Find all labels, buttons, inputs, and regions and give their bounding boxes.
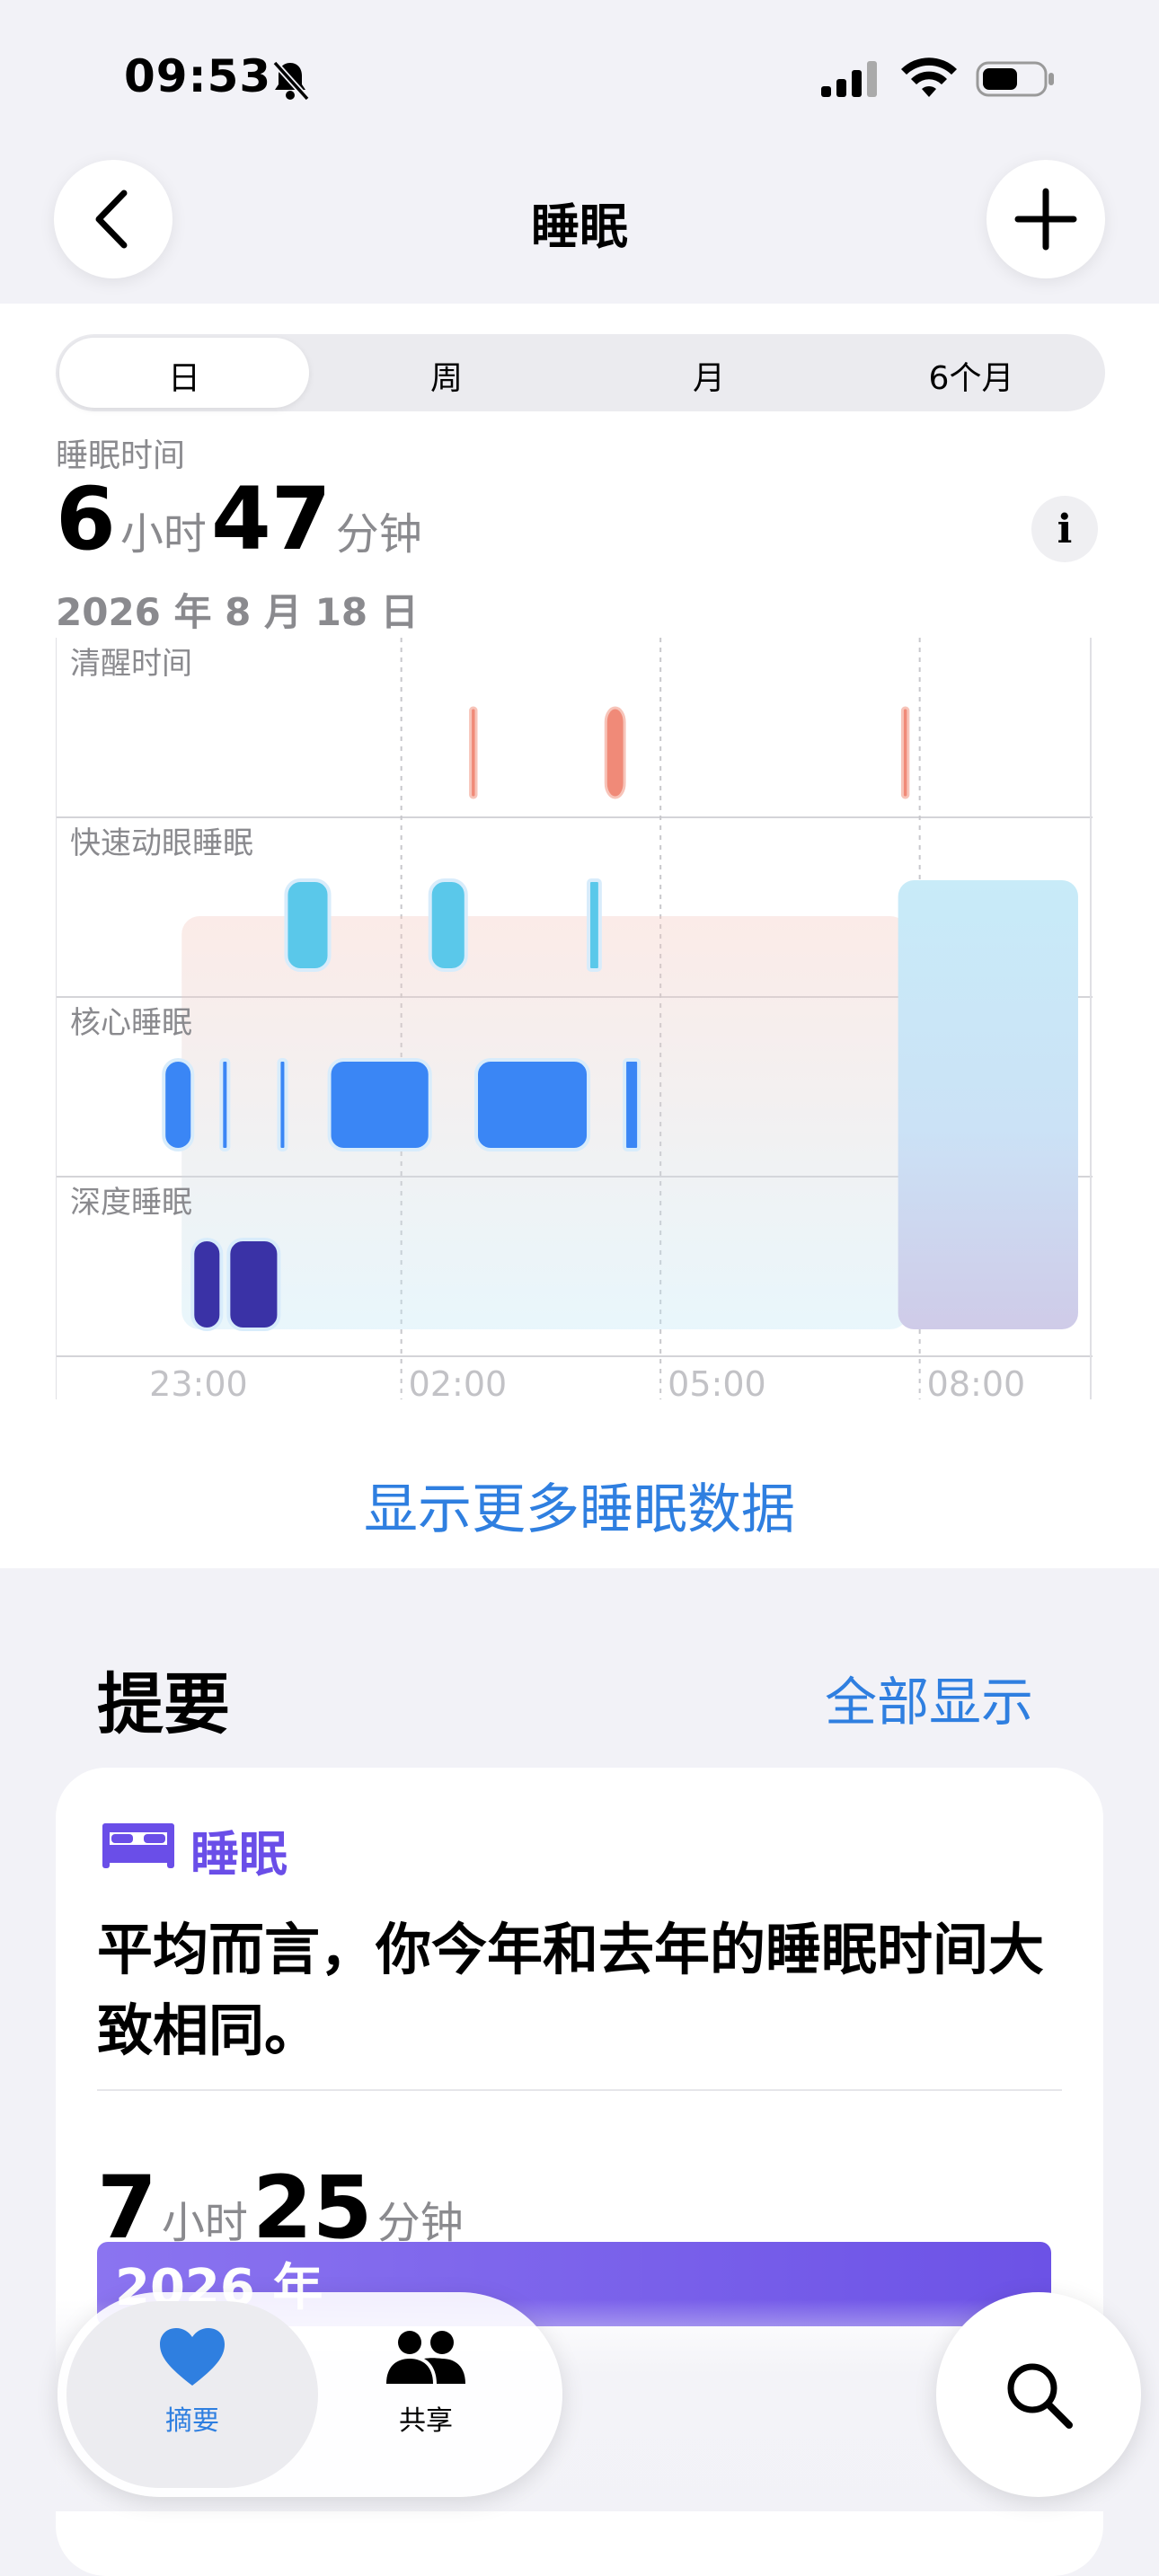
core-stage-bar bbox=[162, 1058, 195, 1151]
show-all-link[interactable]: 全部显示 bbox=[825, 1660, 1033, 1735]
info-icon: i bbox=[1057, 506, 1073, 552]
rem-stage-bar bbox=[428, 878, 468, 972]
core-stage-bar bbox=[277, 1058, 288, 1151]
tab-summary[interactable]: 摘要 bbox=[120, 2316, 264, 2468]
core-stage-bar bbox=[474, 1058, 591, 1151]
segment-week[interactable]: 周 bbox=[357, 352, 536, 399]
card-divider bbox=[97, 2089, 1062, 2091]
sleep-duration: 6 小时 47 分钟 bbox=[56, 469, 422, 569]
x-tick-label: 23:00 bbox=[149, 1364, 248, 1404]
stage-label: 快速动眼睡眠 bbox=[70, 825, 253, 861]
deep-stage-bar bbox=[190, 1238, 224, 1331]
plus-icon bbox=[1014, 188, 1077, 251]
core-stage-bar bbox=[327, 1058, 432, 1151]
battery-icon bbox=[976, 61, 1054, 97]
status-time: 09:53 bbox=[124, 50, 272, 102]
wifi-icon bbox=[901, 57, 957, 97]
segment-day[interactable]: 日 bbox=[94, 352, 274, 399]
segment-month[interactable]: 月 bbox=[619, 352, 799, 399]
show-more-sleep-data-link[interactable]: 显示更多睡眠数据 bbox=[0, 1466, 1159, 1544]
rem-stage-bar bbox=[284, 878, 332, 972]
x-tick-label: 08:00 bbox=[927, 1364, 1026, 1404]
bell-slash-icon bbox=[272, 60, 310, 101]
core-stage-bar bbox=[623, 1058, 641, 1151]
deep-stage-bar bbox=[226, 1238, 281, 1331]
awake-stage-bar bbox=[469, 706, 478, 799]
hours-unit: 小时 bbox=[119, 509, 207, 560]
search-button[interactable] bbox=[936, 2292, 1141, 2497]
info-button[interactable]: i bbox=[1031, 496, 1098, 562]
x-tick-label: 05:00 bbox=[668, 1364, 766, 1404]
people-icon bbox=[386, 2331, 465, 2384]
stat-date: 2026 年 8 月 18 日 bbox=[56, 590, 419, 634]
minutes-value: 47 bbox=[211, 469, 332, 569]
card-hours-unit: 小时 bbox=[161, 2198, 248, 2248]
summary-title: 提要 bbox=[97, 1666, 230, 1743]
page-title: 睡眠 bbox=[531, 198, 628, 255]
tab-sharing-label: 共享 bbox=[399, 2405, 453, 2437]
cellular-signal-icon bbox=[821, 61, 877, 97]
search-icon bbox=[1007, 2363, 1073, 2429]
add-button[interactable] bbox=[986, 160, 1105, 278]
hours-value: 6 bbox=[56, 469, 116, 569]
rem-stage-bar bbox=[587, 878, 602, 972]
stage-label: 核心睡眠 bbox=[70, 1005, 192, 1041]
x-tick-label: 02:00 bbox=[409, 1364, 508, 1404]
tab-summary-label: 摘要 bbox=[165, 2405, 219, 2437]
core-stage-bar bbox=[219, 1058, 231, 1151]
segment-6-months[interactable]: 6个月 bbox=[881, 352, 1061, 399]
stage-label: 深度睡眠 bbox=[70, 1185, 192, 1221]
stage-label: 清醒时间 bbox=[70, 646, 192, 682]
heart-icon bbox=[160, 2328, 225, 2386]
minutes-unit: 分钟 bbox=[335, 509, 422, 560]
awake-stage-bar bbox=[900, 706, 910, 799]
tab-sharing[interactable]: 共享 bbox=[354, 2316, 498, 2468]
unknown-sleep-block bbox=[898, 880, 1078, 1329]
card-minutes-unit: 分钟 bbox=[376, 2198, 464, 2248]
bed-icon bbox=[102, 1823, 174, 1868]
sleep-stage-chart: 23:00 02:00 05:00 08:00 清醒时间快速动眼睡眠核心睡眠深度睡眠 bbox=[56, 638, 1093, 1404]
awake-stage-bar bbox=[604, 706, 626, 799]
card-insight-text: 平均而言，你今年和去年的睡眠时间大致相同。 bbox=[97, 1917, 1045, 2063]
card-category: 睡眠 bbox=[190, 1826, 288, 1883]
